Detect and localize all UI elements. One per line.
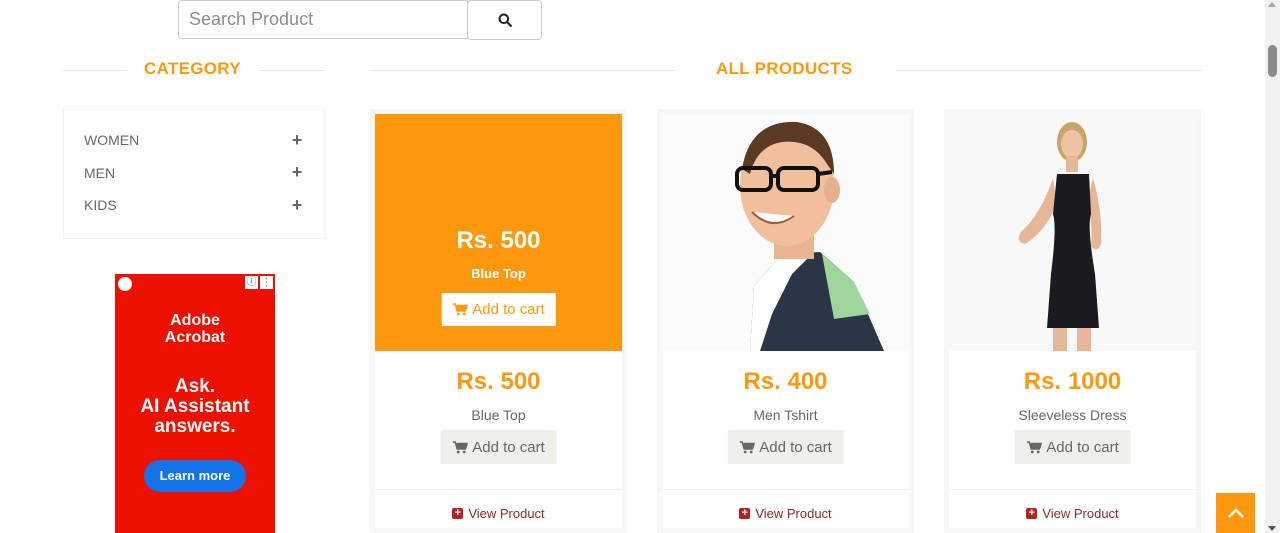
add-to-cart-button[interactable]: Add to cart	[440, 430, 557, 464]
ad-learn-more-button[interactable]: Learn more	[144, 460, 246, 492]
category-item-label: WOMEN	[84, 132, 140, 149]
category-item-label: MEN	[84, 164, 116, 181]
advertisement[interactable]: ⓘ ⋮ Adobe Acrobat Ask. AI Assistant answ…	[115, 274, 275, 533]
category-item-men[interactable]: MEN +	[84, 157, 304, 190]
scroll-to-top-button[interactable]	[1216, 493, 1255, 533]
cart-icon	[452, 303, 468, 316]
products-heading: ALL PRODUCTS	[370, 56, 1203, 82]
category-item-women[interactable]: WOMEN +	[84, 124, 304, 157]
product-card: Rs. 400 Men Tshirt Add to cart + View Pr…	[657, 109, 914, 533]
search-button[interactable]	[467, 0, 542, 40]
ad-headline: Ask. AI Assistant answers.	[140, 376, 250, 437]
product-overlay: Rs. 500 Blue Top Add to cart	[375, 114, 622, 351]
add-to-cart-button[interactable]: Add to cart	[1014, 430, 1131, 464]
product-card: Rs. 500 Blue Top Add to cart Rs. 500 Blu…	[370, 109, 627, 533]
plus-icon[interactable]: +	[290, 195, 304, 216]
view-product-link[interactable]: + View Product	[375, 506, 622, 521]
product-image[interactable]	[662, 114, 909, 351]
chevron-up-icon	[1227, 508, 1244, 518]
view-product-link[interactable]: + View Product	[949, 506, 1196, 521]
cart-icon	[452, 440, 468, 453]
more-options-icon[interactable]: ⋮	[260, 276, 273, 289]
product-card: Rs. 1000 Sleeveless Dress Add to cart + …	[944, 109, 1201, 533]
category-item-label: KIDS	[84, 197, 117, 214]
adchoices-controls[interactable]: ⓘ ⋮	[245, 276, 273, 289]
cart-icon	[1026, 440, 1042, 453]
info-icon[interactable]: ⓘ	[245, 276, 258, 289]
scroll-down-arrow-icon[interactable]	[1268, 526, 1276, 531]
add-to-cart-button[interactable]: Add to cart	[727, 430, 844, 464]
plus-square-icon: +	[739, 508, 751, 519]
category-heading: CATEGORY	[63, 56, 325, 82]
product-price: Rs. 400	[743, 368, 828, 395]
product-name: Blue Top	[471, 407, 526, 423]
plus-icon[interactable]: +	[290, 130, 304, 151]
overlay-add-to-cart-button[interactable]: Add to cart	[441, 293, 556, 326]
category-panel: WOMEN + MEN + KIDS +	[63, 109, 325, 239]
product-image[interactable]	[949, 114, 1196, 351]
scroll-up-arrow-icon[interactable]	[1268, 2, 1276, 7]
view-product-link[interactable]: + View Product	[662, 506, 909, 521]
products-page: CATEGORY ALL PRODUCTS WOMEN + MEN + KIDS…	[0, 0, 1280, 533]
cart-icon	[739, 440, 755, 453]
category-title: CATEGORY	[144, 59, 241, 78]
products-title: ALL PRODUCTS	[716, 59, 853, 78]
plus-icon[interactable]: +	[290, 162, 304, 183]
plus-square-icon: +	[1026, 508, 1038, 519]
product-price: Rs. 500	[456, 368, 541, 395]
category-item-kids[interactable]: KIDS +	[84, 189, 304, 222]
plus-square-icon: +	[452, 508, 464, 519]
search-input[interactable]	[178, 0, 468, 39]
search-icon	[498, 13, 512, 27]
page-scrollbar[interactable]	[1265, 0, 1280, 533]
ad-brand: Adobe Acrobat	[164, 312, 226, 346]
search-bar	[178, 0, 542, 40]
overlay-price: Rs. 500	[456, 227, 541, 254]
product-name: Men Tshirt	[753, 407, 818, 423]
scrollbar-thumb[interactable]	[1268, 45, 1277, 77]
shield-icon	[118, 277, 132, 291]
product-price: Rs. 1000	[1023, 368, 1122, 395]
product-name: Sleeveless Dress	[1018, 407, 1127, 423]
overlay-name: Blue Top	[471, 266, 526, 281]
